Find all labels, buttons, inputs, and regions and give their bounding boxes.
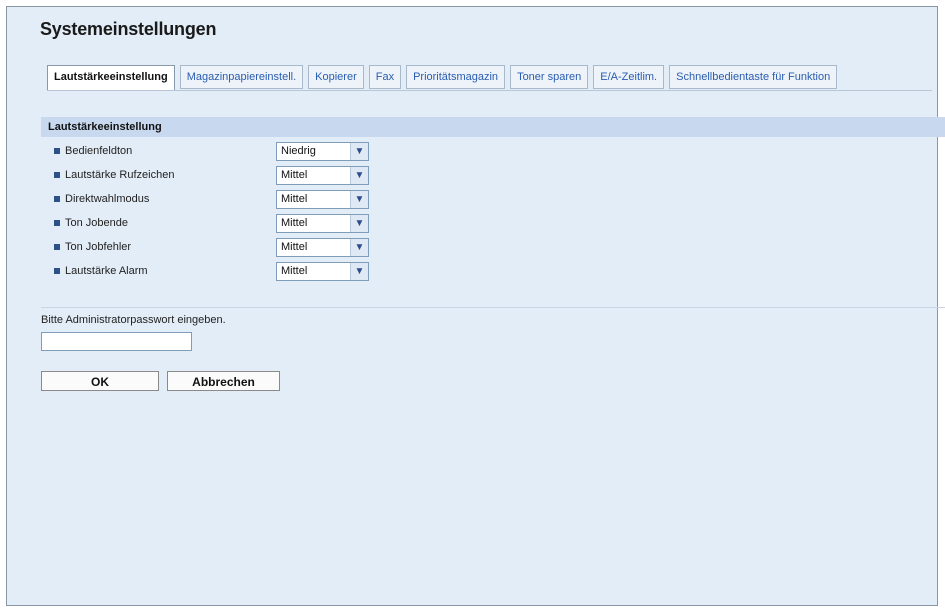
tab-schnellbedientaste[interactable]: Schnellbedientaste für Funktion [669,65,838,89]
chevron-down-icon[interactable]: ▼ [350,191,368,208]
admin-password-field[interactable] [41,332,192,351]
settings-window: Systemeinstellungen Lautstärkeeinstellun… [6,6,945,606]
square-bullet-icon [54,172,60,178]
section-header: Lautstärkeeinstellung [41,117,945,137]
page-title: Systemeinstellungen [40,19,217,39]
chevron-down-icon[interactable]: ▼ [350,239,368,256]
tab-lautstaerkeeinstellung[interactable]: Lautstärkeeinstellung [47,65,175,91]
ok-button[interactable]: OK [41,371,159,391]
square-bullet-icon [54,268,60,274]
select-value: Mittel [281,217,308,229]
select-value: Niedrig [281,145,316,157]
password-prompt: Bitte Administratorpasswort eingeben. [41,314,226,326]
select-value: Mittel [281,265,308,277]
ton-jobende-select[interactable]: Mittel ▼ [276,214,369,233]
setting-label: Ton Jobende [65,217,128,229]
select-value: Mittel [281,169,308,181]
direktwahlmodus-select[interactable]: Mittel ▼ [276,190,369,209]
square-bullet-icon [54,244,60,250]
tab-prioritaetsmagazin[interactable]: Prioritätsmagazin [406,65,506,89]
section-divider [41,307,945,308]
chevron-down-icon[interactable]: ▼ [350,215,368,232]
tab-magazinpapiereinstell[interactable]: Magazinpapiereinstell. [179,65,304,89]
square-bullet-icon [54,148,60,154]
select-value: Mittel [281,193,308,205]
tab-kopierer[interactable]: Kopierer [308,65,364,89]
select-value: Mittel [281,241,308,253]
square-bullet-icon [54,220,60,226]
tab-bar: Lautstärkeeinstellung Magazinpapiereinst… [47,65,838,91]
square-bullet-icon [54,196,60,202]
setting-label: Lautstärke Rufzeichen [65,169,175,181]
tab-ea-zeitlim[interactable]: E/A-Zeitlim. [593,65,665,89]
setting-label: Lautstärke Alarm [65,265,148,277]
setting-label: Direktwahlmodus [65,193,150,205]
lautstaerke-rufzeichen-select[interactable]: Mittel ▼ [276,166,369,185]
chevron-down-icon[interactable]: ▼ [350,263,368,280]
bedienfeldton-select[interactable]: Niedrig ▼ [276,142,369,161]
lautstaerke-alarm-select[interactable]: Mittel ▼ [276,262,369,281]
setting-label: Bedienfeldton [65,145,133,157]
cancel-button[interactable]: Abbrechen [167,371,280,391]
tab-divider [47,90,932,91]
tab-toner-sparen[interactable]: Toner sparen [510,65,589,89]
ton-jobfehler-select[interactable]: Mittel ▼ [276,238,369,257]
chevron-down-icon[interactable]: ▼ [350,143,368,160]
chevron-down-icon[interactable]: ▼ [350,167,368,184]
tab-fax[interactable]: Fax [368,65,402,89]
setting-label: Ton Jobfehler [65,241,132,253]
